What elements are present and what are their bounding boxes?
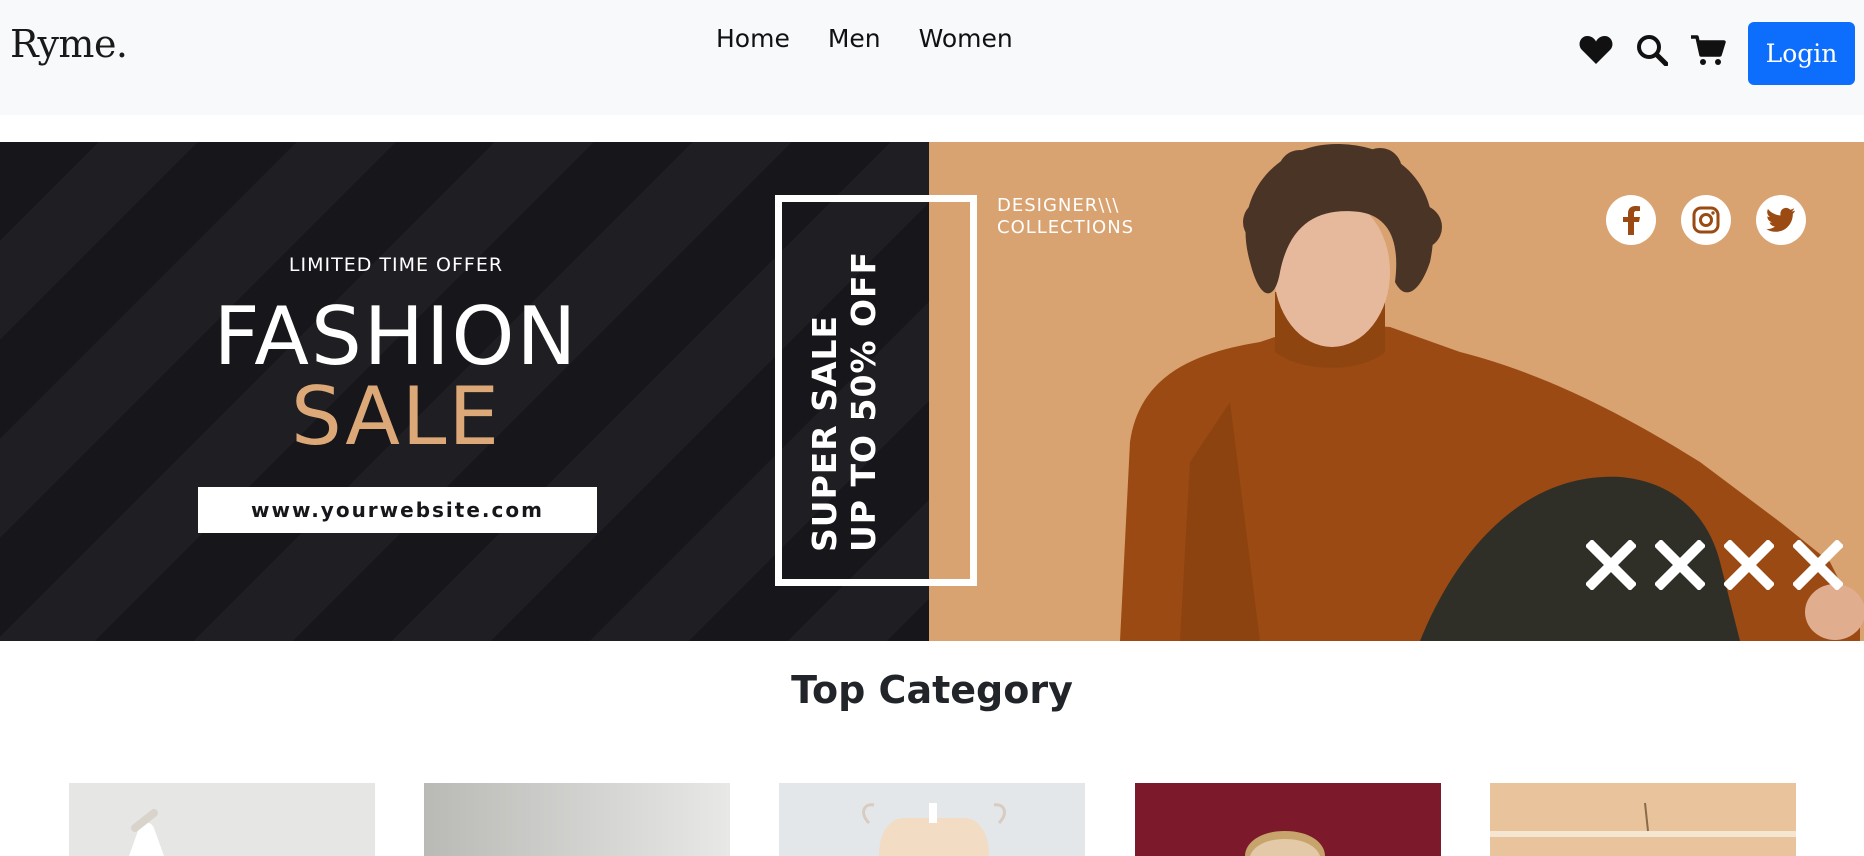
category-image xyxy=(1490,783,1796,856)
search-icon[interactable] xyxy=(1632,30,1672,70)
designer-collections: DESIGNER\\\ COLLECTIONS xyxy=(997,195,1134,239)
x-mark-icon xyxy=(1724,540,1774,590)
category-card[interactable] xyxy=(1490,783,1796,856)
category-card[interactable] xyxy=(424,783,730,856)
category-card[interactable] xyxy=(779,783,1085,856)
designer-line-1: DESIGNER\\\ xyxy=(997,195,1120,216)
navbar: Ryme. Home Men Women Login xyxy=(0,0,1864,115)
vertical-sale-text: SUPER SALE UP TO 50% OFF xyxy=(805,251,883,552)
nav-link-home[interactable]: Home xyxy=(716,24,790,53)
website-box: www.yourwebsite.com xyxy=(198,487,597,533)
x-mark-icon xyxy=(1586,540,1636,590)
nav-links: Home Men Women xyxy=(716,24,1051,53)
offer-label: LIMITED TIME OFFER xyxy=(288,254,504,276)
category-cards xyxy=(69,783,1799,856)
designer-line-2: COLLECTIONS xyxy=(997,217,1135,238)
login-button[interactable]: Login xyxy=(1748,22,1855,85)
nav-link-men[interactable]: Men xyxy=(828,24,881,53)
x-mark-icon xyxy=(1793,540,1843,590)
category-image xyxy=(1135,783,1441,856)
category-image xyxy=(424,783,730,856)
cart-icon[interactable] xyxy=(1688,30,1728,70)
vertical-line-2: UP TO 50% OFF xyxy=(844,250,883,552)
vertical-line-1: SUPER SALE xyxy=(805,314,844,552)
social-icons xyxy=(1606,195,1831,245)
category-card[interactable] xyxy=(69,783,375,856)
nav-icons xyxy=(1576,30,1744,70)
brand-logo[interactable]: Ryme. xyxy=(10,22,128,66)
decorative-x-marks xyxy=(1586,540,1862,590)
category-image xyxy=(69,783,375,856)
section-title: Top Category xyxy=(791,668,1073,712)
category-card[interactable] xyxy=(1135,783,1441,856)
twitter-icon xyxy=(1756,195,1806,245)
category-image xyxy=(779,783,1085,856)
x-mark-icon xyxy=(1655,540,1705,590)
instagram-icon xyxy=(1681,195,1731,245)
nav-link-women[interactable]: Women xyxy=(919,24,1013,53)
facebook-icon xyxy=(1606,195,1656,245)
hero-banner[interactable]: LIMITED TIME OFFER FASHION SALE www.your… xyxy=(0,142,1864,641)
heart-icon[interactable] xyxy=(1576,30,1616,70)
headline-sale: SALE xyxy=(290,370,502,463)
